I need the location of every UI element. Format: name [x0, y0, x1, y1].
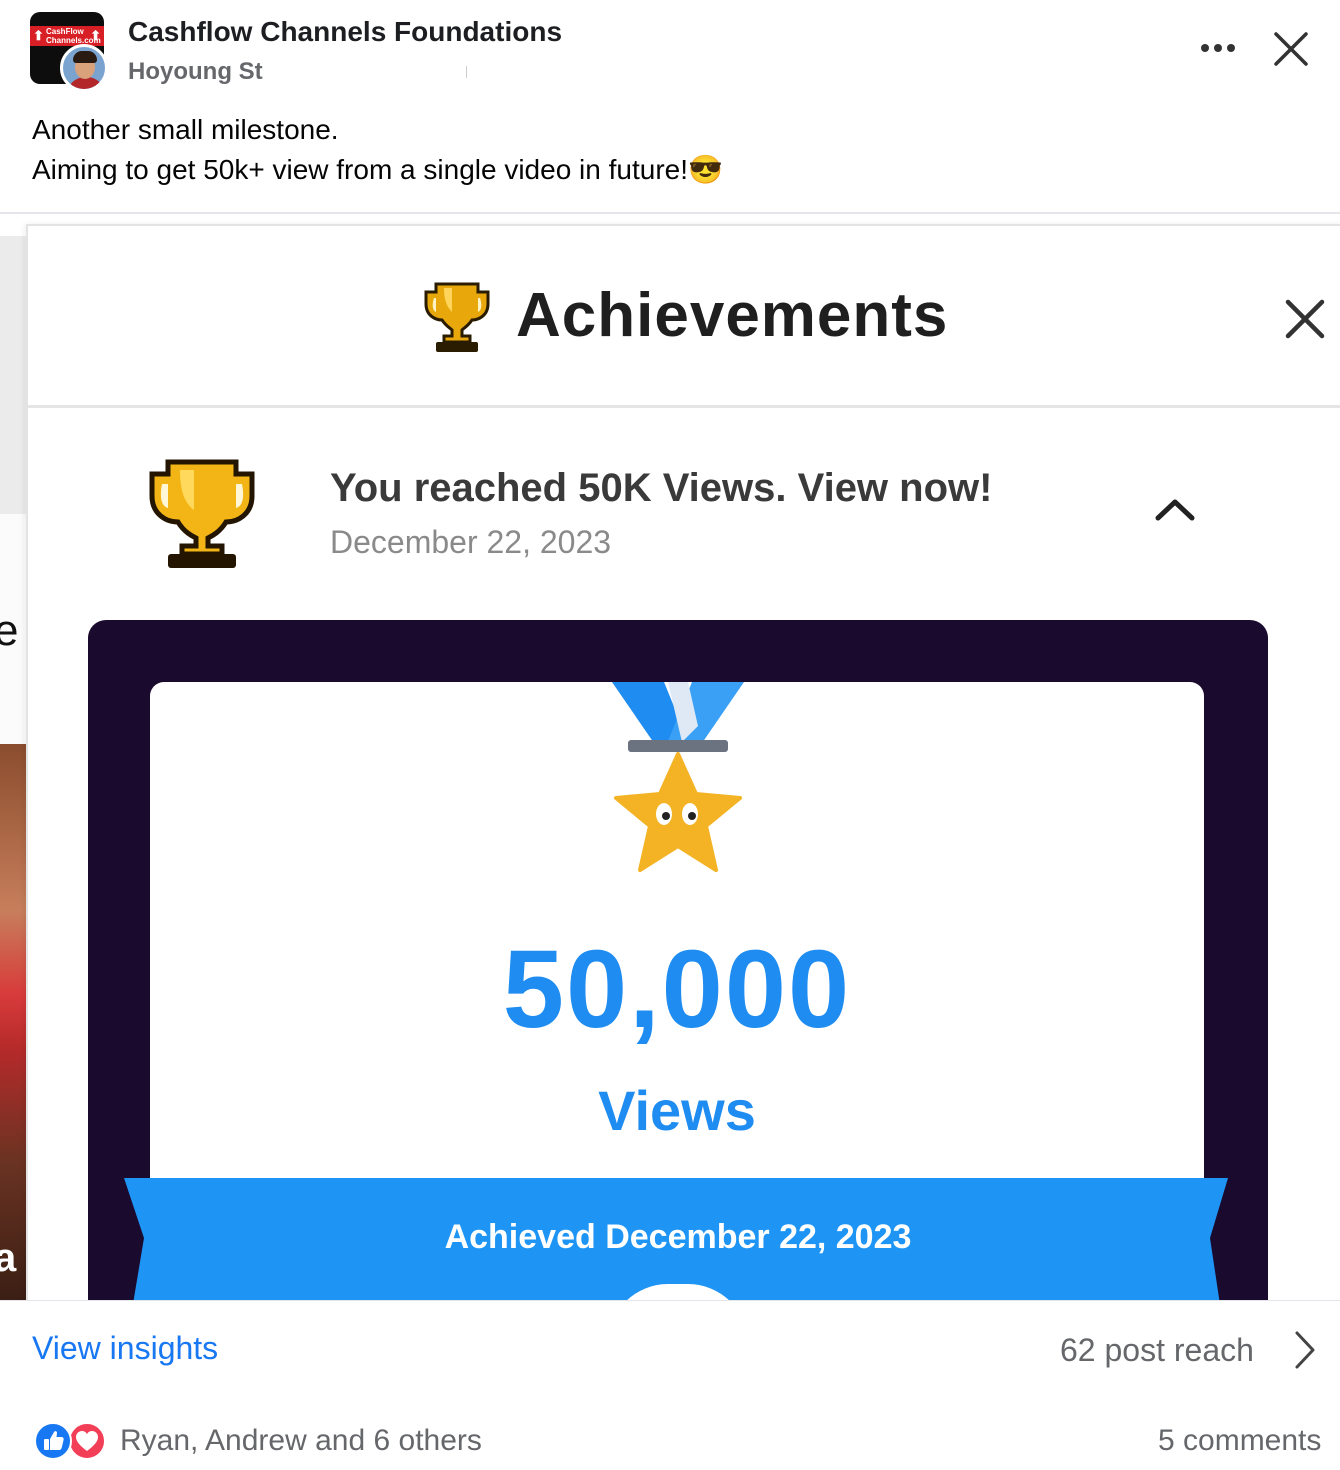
achievements-header: Achievements: [28, 226, 1340, 408]
achievements-panel: Achievements You reached 50K Views. View…: [26, 224, 1340, 1300]
post-header: ⬆ CashFlow Channels.com ⬆ Cashflow Chann…: [0, 0, 1340, 100]
achievements-title: Achievements: [516, 281, 949, 350]
author-name[interactable]: Hoyoung St: [128, 58, 263, 86]
more-options-icon: [1201, 44, 1235, 52]
achieved-date: Achieved December 22, 2023: [444, 1218, 912, 1256]
notification-date: December 22, 2023: [330, 524, 612, 560]
close-icon: [1274, 32, 1308, 66]
background-letter: e: [0, 606, 19, 655]
background-letter: a: [0, 1236, 17, 1280]
chevron-right-icon[interactable]: [1292, 1328, 1318, 1372]
post-image[interactable]: e a Achievements You reached 50K Views. …: [0, 214, 1340, 1300]
avatar-group[interactable]: ⬆ CashFlow Channels.com ⬆: [30, 12, 112, 92]
trophy-icon: [149, 459, 255, 568]
post-text-line: Another small milestone.: [32, 114, 339, 145]
group-name[interactable]: Cashflow Channels Foundations: [128, 16, 562, 48]
arrow-up-icon: ⬆: [90, 28, 101, 43]
love-icon: [68, 1422, 106, 1460]
trophy-icon: [424, 282, 490, 352]
author-avatar[interactable]: [60, 44, 108, 92]
more-options-button[interactable]: [1196, 28, 1240, 68]
close-button[interactable]: [1270, 28, 1312, 70]
achievement-card: 50,000 Views Achieved December 22, 2023: [88, 620, 1268, 1300]
comments-count[interactable]: 5 comments: [1158, 1424, 1321, 1458]
chevron-up-icon[interactable]: [1152, 492, 1198, 526]
like-icon: [34, 1422, 72, 1460]
divider: [0, 1300, 1340, 1301]
notification-title: You reached 50K Views. View now!: [330, 466, 993, 510]
background-screenshot-edge: e a: [0, 236, 26, 1300]
views-label: Views: [598, 1079, 756, 1142]
post-reach[interactable]: 62 post reach: [1060, 1332, 1254, 1369]
views-count: 50,000: [502, 928, 852, 1051]
star-medal-icon: [612, 682, 744, 872]
reaction-icons[interactable]: [34, 1422, 110, 1462]
view-insights-link[interactable]: View insights: [32, 1330, 218, 1367]
close-icon[interactable]: [1280, 294, 1330, 344]
reaction-names[interactable]: Ryan, Andrew and 6 others: [120, 1424, 482, 1458]
post-text-line: Aiming to get 50k+ view from a single vi…: [32, 154, 723, 185]
achievement-notification[interactable]: You reached 50K Views. View now! Decembe…: [28, 412, 1340, 592]
background-photo: [0, 744, 26, 1300]
post-text: Another small milestone. Aiming to get 5…: [32, 110, 723, 190]
arrow-up-icon: ⬆: [33, 28, 44, 43]
header-separator: [466, 66, 467, 78]
